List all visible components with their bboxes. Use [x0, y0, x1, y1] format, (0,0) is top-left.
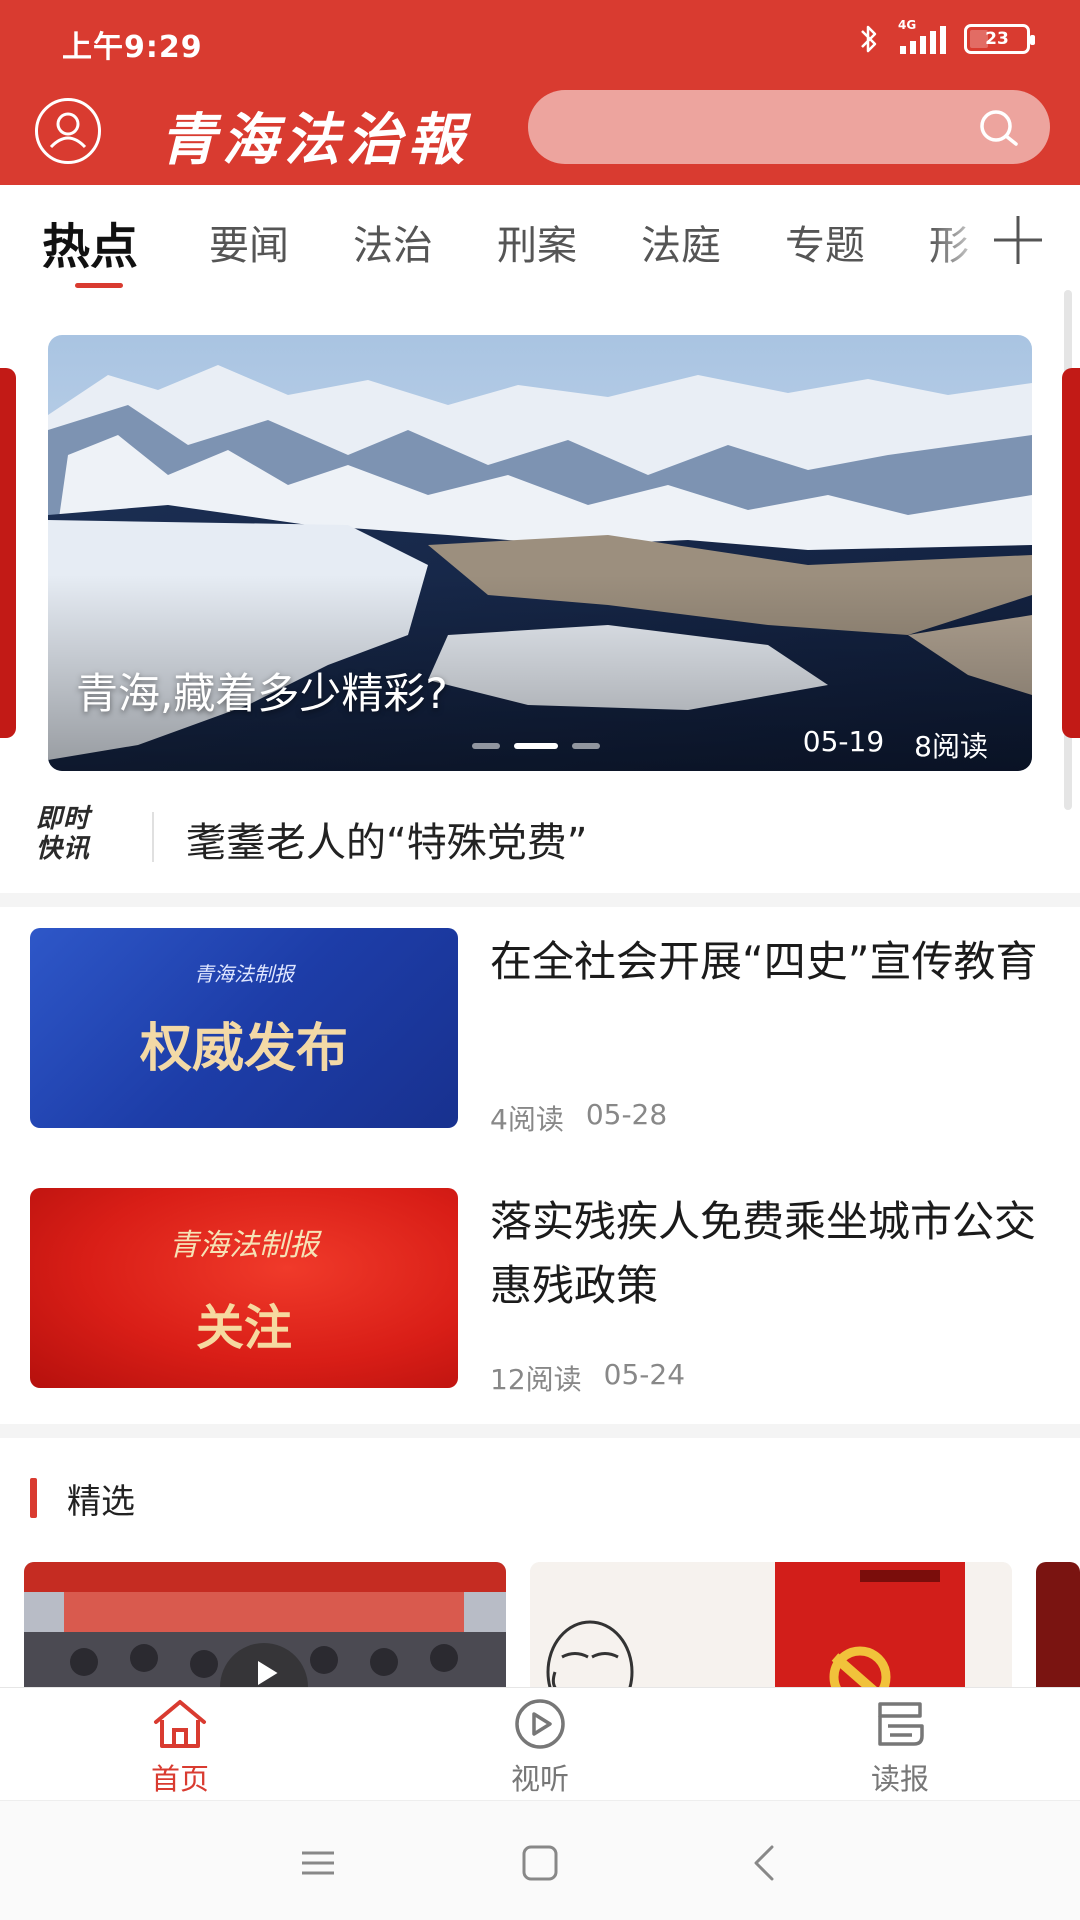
home-icon — [154, 1700, 206, 1748]
carousel-dot[interactable] — [572, 743, 600, 749]
flash-news[interactable]: 即时 快讯 耄耋老人的“特殊党费” — [0, 790, 1080, 880]
app-logo: 青海法治報 — [160, 107, 470, 173]
carousel-next-peek[interactable] — [1062, 368, 1080, 738]
news-meta: 4阅读 05-28 — [490, 1098, 667, 1138]
bluetooth-icon — [861, 25, 877, 53]
news-item[interactable]: 青海法制报 权威发布 在全社会开展“四史”宣传教育 4阅读 05-28 — [0, 928, 1080, 1158]
carousel-prev-peek[interactable] — [0, 368, 16, 738]
flash-headline[interactable]: 耄耋老人的“特殊党费” — [186, 810, 587, 868]
section-divider — [0, 893, 1080, 907]
search-bar[interactable] — [528, 90, 1050, 164]
system-navigation-bar — [0, 1800, 1080, 1920]
carousel-reads: 8阅读 — [914, 730, 988, 763]
news-item[interactable]: 青海法制报 关注 落实残疾人免费乘坐城市公交惠残政策 12阅读 05-24 — [0, 1188, 1080, 1418]
news-date: 05-24 — [603, 1358, 686, 1391]
nav-home[interactable]: 首页 — [110, 1696, 250, 1796]
news-title[interactable]: 落实残疾人免费乘坐城市公交惠残政策 — [490, 1190, 1050, 1318]
nav-label: 视听 — [510, 1762, 569, 1796]
tab-law[interactable]: 法治 — [353, 213, 433, 271]
carousel-meta: 05-19 8阅读 — [803, 725, 988, 765]
featured-cartoon-image — [530, 1562, 1012, 1687]
user-profile-button[interactable] — [35, 98, 101, 164]
carousel-date: 05-19 — [802, 725, 885, 758]
app-header: 上午9:29 4G 23 青海法治報 — [0, 0, 1080, 185]
tab-news[interactable]: 要闻 — [209, 213, 289, 271]
category-tabs: 热点 要闻 法治 刑案 法庭 专题 形 — [0, 185, 1080, 285]
thumb-brand: 青海法制报 — [194, 962, 294, 986]
nav-newspaper[interactable]: 读报 — [830, 1696, 970, 1796]
battery-icon: 23 — [964, 24, 1035, 54]
active-tab-indicator — [75, 283, 123, 288]
hero-carousel[interactable]: 青海,藏着多少精彩? 05-19 8阅读 — [48, 335, 1032, 771]
featured-card[interactable] — [530, 1562, 1012, 1687]
news-title[interactable]: 在全社会开展“四史”宣传教育 — [490, 930, 1050, 994]
newspaper-icon — [878, 1702, 924, 1746]
search-icon[interactable] — [976, 106, 1020, 150]
carousel-dot-active[interactable] — [514, 743, 558, 749]
flash-badge-line2: 快讯 — [36, 834, 91, 864]
flash-badge: 即时 快讯 — [36, 804, 118, 866]
divider — [152, 812, 154, 862]
add-channel-icon[interactable] — [988, 210, 1048, 270]
nav-label: 读报 — [870, 1762, 929, 1796]
thumb-brand: 青海法制报 — [169, 1228, 319, 1263]
status-icons: 4G 23 — [856, 18, 1035, 56]
thumb-headline: 关注 — [195, 1300, 292, 1356]
news-thumbnail: 青海法制报 权威发布 — [30, 928, 458, 1128]
user-icon — [49, 112, 87, 149]
section-title: 精选 — [67, 1481, 135, 1522]
battery-level: 23 — [985, 29, 1009, 49]
nav-media[interactable]: 视听 — [470, 1696, 610, 1796]
home-square-icon[interactable] — [518, 1841, 562, 1885]
tab-hot[interactable]: 热点 — [42, 207, 138, 277]
menu-icon[interactable] — [296, 1841, 340, 1885]
carousel-dots — [472, 743, 600, 749]
news-thumbnail: 青海法制报 关注 — [30, 1188, 458, 1388]
featured-card[interactable] — [24, 1562, 506, 1687]
status-time: 上午9:29 — [62, 30, 203, 65]
news-date: 05-28 — [585, 1098, 668, 1131]
tab-court[interactable]: 法庭 — [641, 213, 721, 271]
play-icon[interactable] — [252, 1658, 282, 1687]
carousel-title: 青海,藏着多少精彩? — [76, 669, 448, 718]
featured-card-peek[interactable] — [1036, 1562, 1080, 1687]
carousel-dot[interactable] — [472, 743, 500, 749]
signal-icon: 4G — [898, 18, 946, 54]
app-screen: { "status_bar": { "time": "上午9:29", "net… — [0, 0, 1080, 1920]
network-type: 4G — [898, 18, 917, 32]
news-meta: 12阅读 05-24 — [490, 1358, 685, 1398]
bottom-nav: 首页 视听 读报 — [0, 1687, 1080, 1800]
section-divider — [0, 1424, 1080, 1438]
nav-label: 首页 — [150, 1762, 209, 1796]
news-reads: 12阅读 — [490, 1363, 582, 1396]
section-accent-bar — [30, 1478, 37, 1518]
tab-criminal[interactable]: 刑案 — [497, 213, 577, 271]
tab-special[interactable]: 专题 — [785, 213, 865, 271]
tabs-fade — [930, 200, 990, 280]
flash-badge-line1: 即时 — [36, 804, 91, 834]
back-icon[interactable] — [744, 1841, 788, 1885]
search-input[interactable] — [558, 102, 958, 152]
thumb-headline: 权威发布 — [139, 1018, 348, 1079]
featured-section-header: 精选 — [30, 1478, 135, 1522]
news-reads: 4阅读 — [490, 1103, 564, 1136]
play-circle-icon — [515, 1699, 565, 1749]
